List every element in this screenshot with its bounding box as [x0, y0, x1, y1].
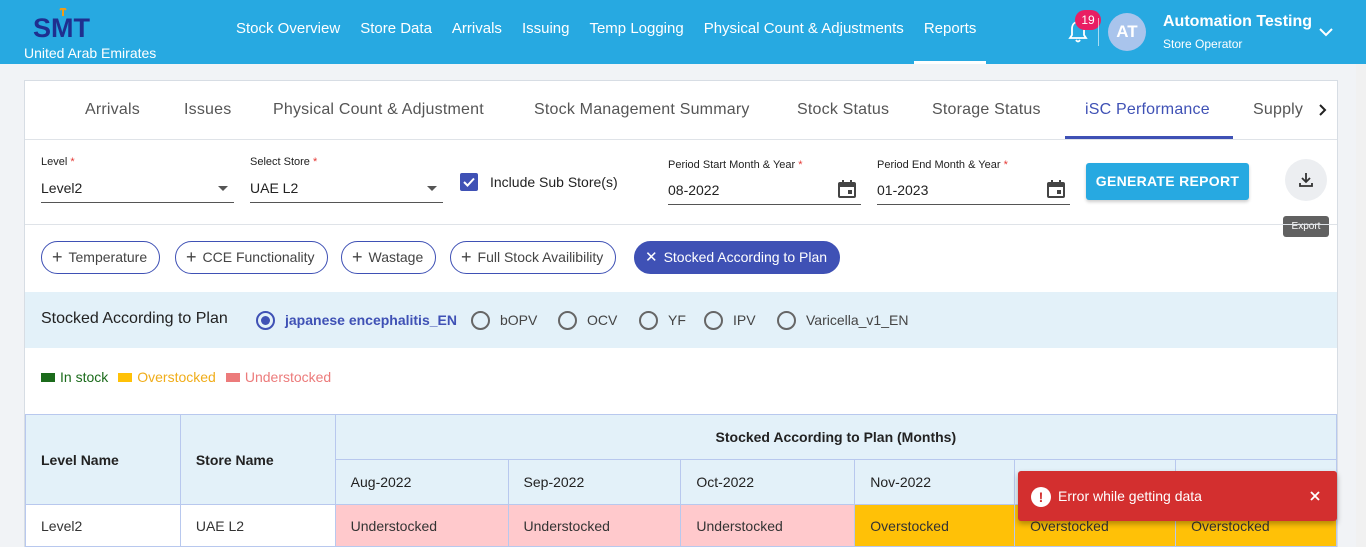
nav-issuing[interactable]: Issuing — [512, 0, 580, 64]
user-name[interactable]: Automation Testing — [1163, 13, 1312, 31]
cell-status: Understocked — [507, 504, 682, 547]
store-select[interactable]: UAE L2 — [250, 177, 443, 203]
dropdown-arrow-icon — [218, 186, 228, 191]
page-scrollbar[interactable] — [1356, 64, 1366, 547]
tab-storage-status[interactable]: Storage Status — [932, 81, 1041, 139]
status-legend: In stock Overstocked Understocked — [41, 369, 331, 385]
close-icon[interactable]: ✕ — [645, 242, 658, 273]
export-button[interactable] — [1285, 159, 1327, 201]
cell-level: Level2 — [25, 504, 181, 547]
chip-stocked-according-to-plan[interactable]: ✕ Stocked According to Plan — [634, 241, 841, 274]
snackbar-message: Error while getting data — [1058, 488, 1202, 504]
tab-stock-management-summary[interactable]: Stock Management Summary — [534, 81, 750, 139]
product-radio-group: Stocked According to Plan japanese encep… — [25, 292, 1337, 348]
radio-japanese-encephalitis[interactable]: japanese encephalitis_EN — [256, 310, 457, 330]
include-sub-store-label[interactable]: Include Sub Store(s) — [490, 174, 618, 190]
nav-physical-count[interactable]: Physical Count & Adjustments — [694, 0, 914, 64]
radio-varicella[interactable]: Varicella_v1_EN — [777, 310, 908, 330]
generate-report-button[interactable]: GENERATE REPORT — [1086, 163, 1249, 200]
plus-icon: + — [461, 247, 472, 267]
tab-arrivals[interactable]: Arrivals — [85, 81, 140, 139]
report-tabs: Arrivals Issues Physical Count & Adjustm… — [25, 81, 1337, 140]
end-period-label: Period End Month & Year * — [877, 159, 1008, 171]
plus-icon: + — [52, 247, 63, 267]
svg-text:SMT: SMT — [33, 13, 91, 42]
col-header-level-name: Level Name — [25, 414, 181, 505]
active-tab-indicator — [1065, 136, 1233, 139]
legend-understocked: Understocked — [225, 369, 331, 385]
tab-supply[interactable]: Supply — [1253, 81, 1303, 139]
plus-icon: + — [352, 247, 363, 267]
filter-divider — [25, 224, 1337, 225]
col-header-store-name: Store Name — [179, 414, 336, 505]
export-tooltip: Export — [1283, 216, 1329, 237]
chevron-down-icon[interactable] — [1318, 24, 1334, 40]
tab-isc-performance[interactable]: iSC Performance — [1085, 81, 1210, 139]
error-icon: ! — [1031, 487, 1051, 507]
radio-yf[interactable]: YF — [639, 310, 686, 330]
smt-logo[interactable]: SMT — [33, 8, 103, 42]
month-header: Nov-2022 — [854, 459, 1016, 505]
dropdown-arrow-icon — [427, 186, 437, 191]
tab-physical-count[interactable]: Physical Count & Adjustment — [273, 81, 484, 139]
include-sub-store-checkbox[interactable] — [460, 173, 478, 191]
nav-temp-logging[interactable]: Temp Logging — [579, 0, 693, 64]
group-header: Stocked According to Plan (Months) — [334, 414, 1338, 460]
nav-arrivals[interactable]: Arrivals — [442, 0, 512, 64]
error-snackbar: ! Error while getting data — [1018, 471, 1337, 521]
month-header: Sep-2022 — [507, 459, 682, 505]
chip-full-stock-availability[interactable]: + Full Stock Availibility — [450, 241, 617, 274]
calendar-icon[interactable] — [837, 179, 857, 199]
legend-overstocked: Overstocked — [118, 369, 216, 385]
cell-status: Understocked — [334, 504, 509, 547]
end-period-input[interactable]: 01-2023 — [877, 179, 1070, 205]
legend-in-stock: In stock — [41, 369, 108, 385]
nav-reports[interactable]: Reports — [913, 0, 987, 64]
radio-ipv[interactable]: IPV — [704, 310, 756, 330]
start-period-input[interactable]: 08-2022 — [668, 179, 861, 205]
main-nav: Stock Overview Store Data Arrivals Issui… — [226, 0, 986, 64]
tab-issues[interactable]: Issues — [184, 81, 231, 139]
cell-status: Understocked — [680, 504, 856, 547]
chip-cce-functionality[interactable]: + CCE Functionality — [175, 241, 328, 274]
level-label: Level * — [41, 156, 75, 168]
avatar[interactable]: AT — [1108, 13, 1146, 51]
month-header: Oct-2022 — [680, 459, 856, 505]
calendar-icon[interactable] — [1046, 179, 1066, 199]
nav-stock-overview[interactable]: Stock Overview — [226, 0, 350, 64]
cell-store: UAE L2 — [179, 504, 336, 547]
chip-wastage[interactable]: + Wastage — [341, 241, 437, 274]
chevron-right-icon[interactable] — [1308, 81, 1336, 139]
month-header: Aug-2022 — [334, 459, 509, 505]
top-app-bar: SMT United Arab Emirates Stock Overview … — [0, 0, 1366, 64]
cell-status: Overstocked — [854, 504, 1016, 547]
user-role: Store Operator — [1163, 37, 1243, 51]
download-icon — [1299, 173, 1313, 187]
country-label: United Arab Emirates — [24, 45, 157, 61]
level-select[interactable]: Level2 — [41, 177, 234, 203]
close-icon[interactable] — [1308, 489, 1322, 503]
store-label: Select Store * — [250, 156, 318, 168]
radio-group-title: Stocked According to Plan — [41, 310, 228, 327]
radio-bopv[interactable]: bOPV — [471, 310, 537, 330]
header-divider — [1098, 18, 1099, 46]
start-period-label: Period Start Month & Year * — [668, 159, 803, 171]
chip-temperature[interactable]: + Temperature — [41, 241, 161, 274]
plus-icon: + — [186, 247, 197, 267]
nav-store-data[interactable]: Store Data — [350, 0, 442, 64]
tab-stock-status[interactable]: Stock Status — [797, 81, 889, 139]
radio-ocv[interactable]: OCV — [558, 310, 617, 330]
